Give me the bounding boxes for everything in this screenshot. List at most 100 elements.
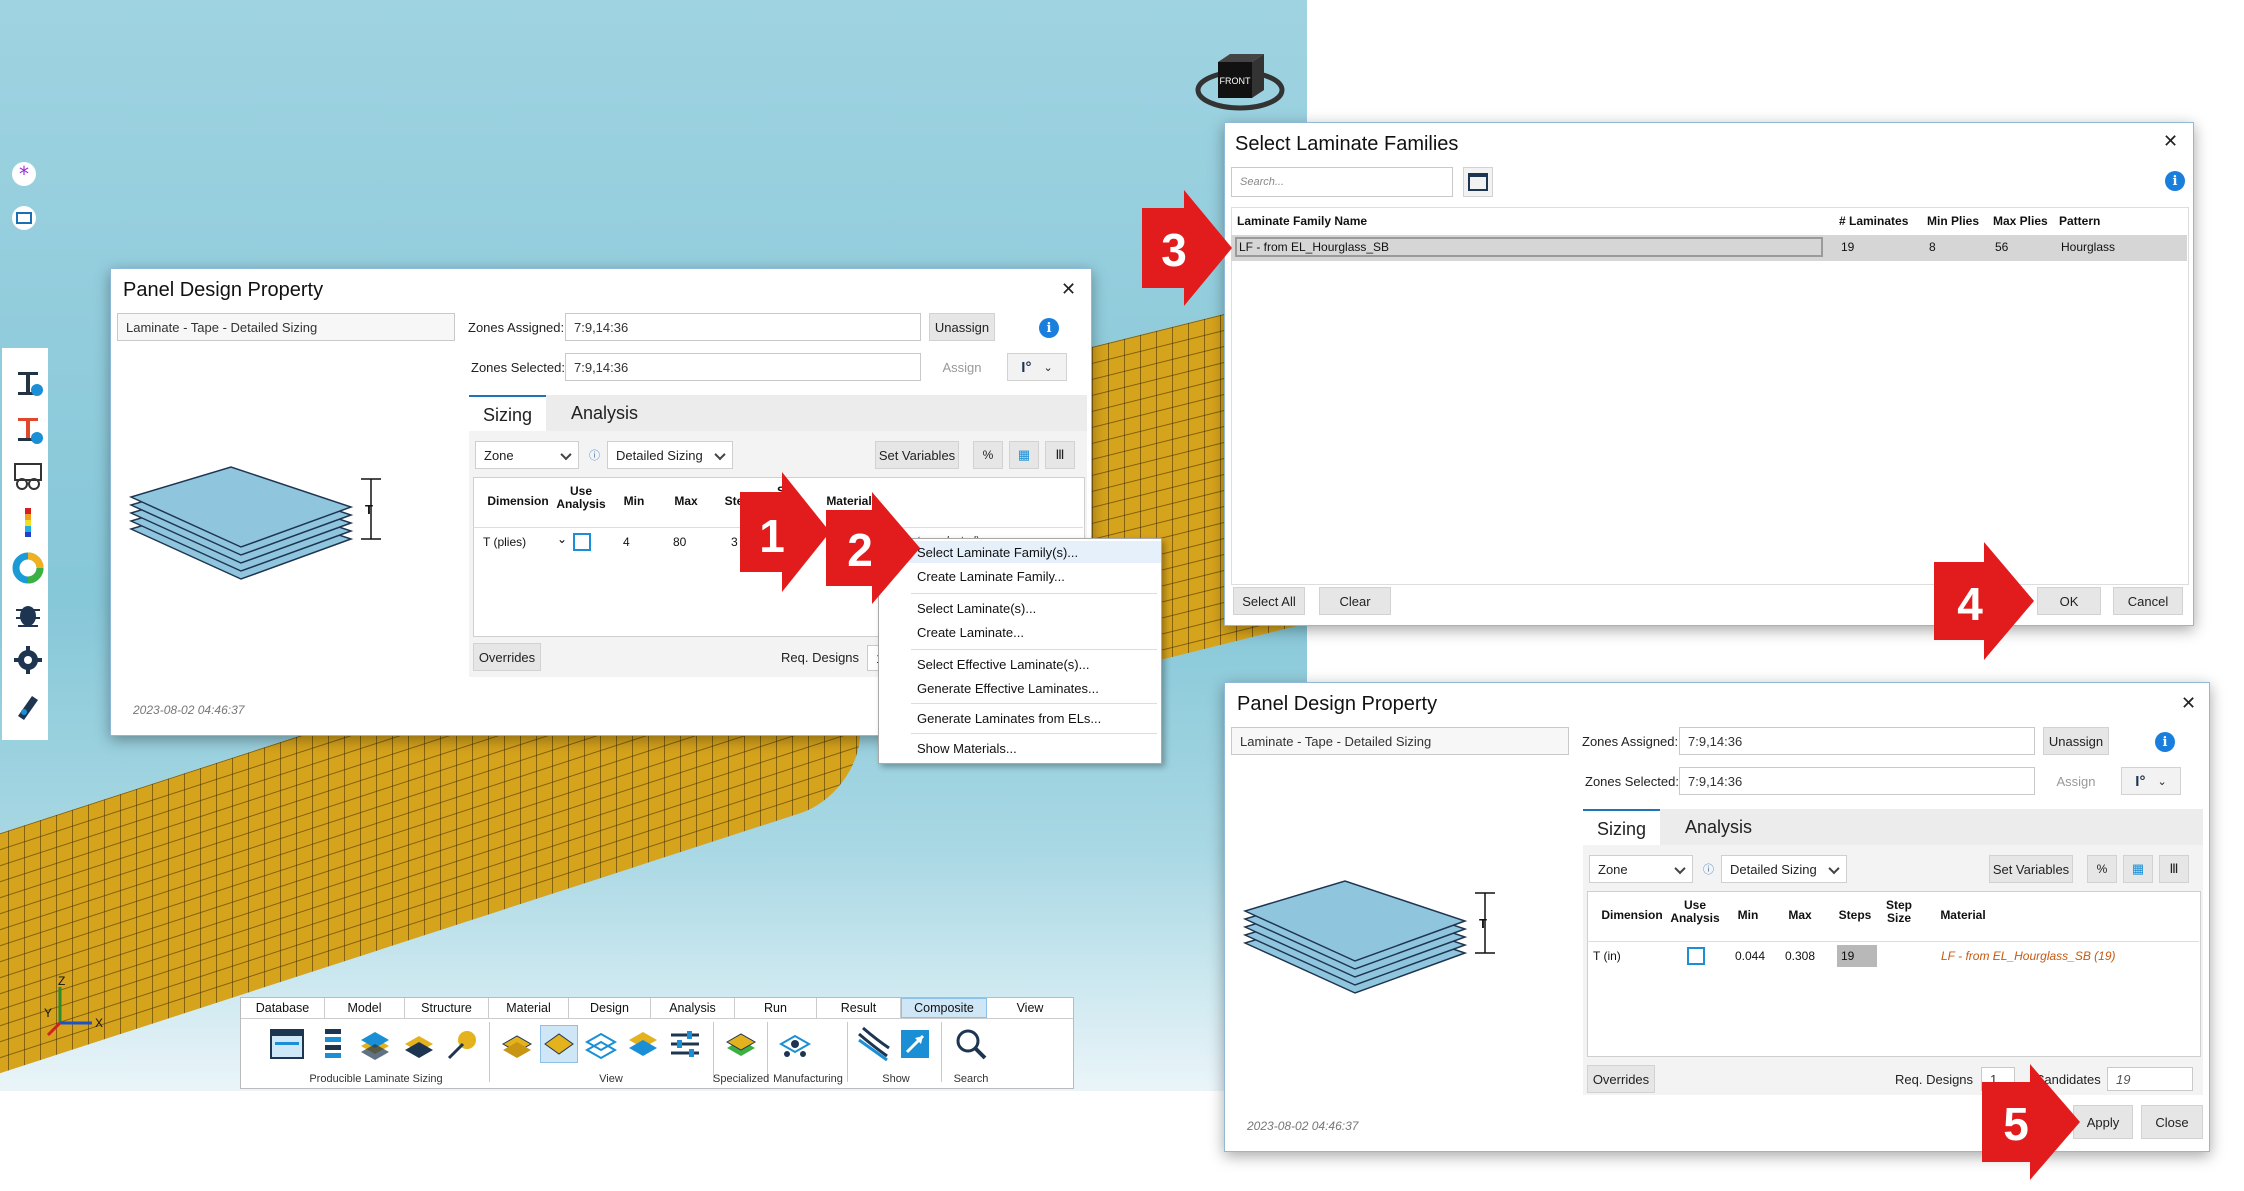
row-family-name[interactable]: LF - from EL_Hourglass_SB — [1239, 240, 1389, 254]
ribbon-tab-structure[interactable]: Structure — [405, 998, 489, 1018]
assign-button[interactable]: Assign — [2043, 767, 2109, 795]
tab-sizing[interactable]: Sizing — [1583, 809, 1661, 845]
cancel-button[interactable]: Cancel — [2113, 587, 2183, 615]
ribbon-tab-material[interactable]: Material — [489, 998, 569, 1018]
sizing-method-select[interactable]: Detailed Sizing — [1721, 855, 1847, 883]
zone-info-icon[interactable]: ⓘ — [1703, 861, 1714, 877]
pen-icon[interactable] — [12, 690, 44, 722]
zone-select[interactable]: Zone — [1589, 855, 1693, 883]
candidates-field[interactable]: 19 — [2107, 1067, 2193, 1091]
property-name-field[interactable]: Laminate - Tape - Detailed Sizing — [117, 313, 455, 341]
ring-chart-icon[interactable] — [12, 552, 44, 584]
property-info-icon[interactable] — [12, 368, 44, 400]
sizing-method-select[interactable]: Detailed Sizing — [607, 441, 733, 469]
rectangle-icon[interactable] — [10, 204, 38, 232]
menu-show-materials[interactable]: Show Materials... — [917, 741, 1017, 756]
percent-tool-icon[interactable]: % — [2087, 855, 2117, 883]
tab-sizing[interactable]: Sizing — [469, 395, 547, 431]
use-analysis-checkbox[interactable] — [1687, 947, 1705, 965]
assign-options-dropdown[interactable]: I° ⌄ — [2121, 767, 2181, 795]
view-cube[interactable]: FRONT — [1190, 48, 1290, 118]
ok-button[interactable]: OK — [2037, 587, 2101, 615]
row-min[interactable]: 4 — [623, 535, 630, 549]
view-layers-icon[interactable] — [499, 1026, 535, 1062]
zone-info-icon[interactable]: ⓘ — [589, 447, 600, 463]
close-icon[interactable]: ✕ — [1061, 279, 1076, 300]
row-dimension[interactable]: T (plies) — [483, 535, 526, 549]
row-steps[interactable]: 19 — [1841, 949, 1854, 963]
row-steps[interactable]: 3 — [731, 535, 738, 549]
row-dimension[interactable]: T (in) — [1593, 949, 1621, 963]
sizing-table-icon[interactable] — [269, 1026, 305, 1062]
columns-tool-icon[interactable]: Ⅲ — [1045, 441, 1075, 469]
ribbon-tab-result[interactable]: Result — [817, 998, 901, 1018]
close-icon[interactable]: ✕ — [2181, 693, 2196, 714]
columns-tool-icon[interactable]: Ⅲ — [2159, 855, 2189, 883]
unassign-button[interactable]: Unassign — [929, 313, 995, 341]
assign-options-dropdown[interactable]: I° ⌄ — [1007, 353, 1067, 381]
zones-selected-field[interactable]: 7:9,14:36 — [1679, 767, 2035, 795]
ply-layers-icon[interactable] — [357, 1026, 393, 1062]
laminate-stack-icon[interactable] — [315, 1026, 351, 1062]
property-check-icon[interactable] — [12, 414, 44, 446]
zones-assigned-field[interactable]: 7:9,14:36 — [565, 313, 921, 341]
matrix-tool-icon[interactable]: ▦ — [2123, 855, 2153, 883]
unassign-button[interactable]: Unassign — [2043, 727, 2109, 755]
zones-assigned-field[interactable]: 7:9,14:36 — [1679, 727, 2035, 755]
use-analysis-checkbox[interactable] — [573, 533, 591, 551]
info-icon[interactable]: i — [1039, 318, 1059, 338]
close-icon[interactable]: ✕ — [2163, 131, 2178, 152]
sliders-icon[interactable] — [667, 1026, 703, 1062]
ribbon-tab-view[interactable]: View — [987, 998, 1073, 1018]
row-material[interactable]: LF - from EL_Hourglass_SB (19) — [1941, 949, 2116, 963]
menu-select-laminate-family[interactable]: Select Laminate Family(s)... — [917, 545, 1078, 560]
assign-button[interactable]: Assign — [929, 353, 995, 381]
set-variables-button[interactable]: Set Variables — [1989, 855, 2073, 883]
zone-select[interactable]: Zone — [475, 441, 579, 469]
show-fibers-icon[interactable] — [855, 1026, 891, 1062]
grid-view-icon[interactable] — [1463, 167, 1493, 197]
menu-create-laminate[interactable]: Create Laminate... — [917, 625, 1024, 640]
manufacturing-icon[interactable] — [777, 1026, 813, 1062]
menu-select-effective-laminate[interactable]: Select Effective Laminate(s)... — [917, 657, 1089, 672]
overrides-button[interactable]: Overrides — [473, 643, 541, 671]
ribbon-tab-analysis[interactable]: Analysis — [651, 998, 735, 1018]
menu-create-laminate-family[interactable]: Create Laminate Family... — [917, 569, 1065, 584]
clear-button[interactable]: Clear — [1319, 587, 1391, 615]
close-button[interactable]: Close — [2141, 1105, 2203, 1139]
menu-select-laminate[interactable]: Select Laminate(s)... — [917, 601, 1036, 616]
tab-analysis[interactable]: Analysis — [1671, 809, 1766, 845]
row-max[interactable]: 0.308 — [1785, 949, 1815, 963]
apply-button[interactable]: Apply — [2073, 1105, 2133, 1139]
chevron-down-icon[interactable]: ⌄ — [557, 532, 567, 546]
menu-generate-laminates-from-els[interactable]: Generate Laminates from ELs... — [917, 711, 1101, 726]
percent-tool-icon[interactable]: % — [973, 441, 1003, 469]
ply-drop-icon[interactable] — [401, 1026, 437, 1062]
select-all-button[interactable]: Select All — [1233, 587, 1305, 615]
search-icon[interactable] — [953, 1026, 989, 1062]
specialized-icon[interactable] — [723, 1026, 759, 1062]
color-legend-icon[interactable] — [12, 506, 44, 538]
ribbon-tab-run[interactable]: Run — [735, 998, 817, 1018]
row-min[interactable]: 0.044 — [1735, 949, 1765, 963]
set-variables-button[interactable]: Set Variables — [875, 441, 959, 469]
property-name-field[interactable]: Laminate - Tape - Detailed Sizing — [1231, 727, 1569, 755]
search-input[interactable]: Search... — [1231, 167, 1453, 197]
sequence-arrow-icon[interactable] — [443, 1026, 479, 1062]
info-icon[interactable]: i — [2155, 732, 2175, 752]
overrides-button[interactable]: Overrides — [1587, 1065, 1655, 1093]
settings-eye-icon[interactable] — [12, 644, 44, 676]
view-ply-icon[interactable] — [540, 1025, 578, 1063]
asterisk-icon[interactable]: * — [10, 160, 38, 188]
zones-selected-field[interactable]: 7:9,14:36 — [565, 353, 921, 381]
matrix-tool-icon[interactable]: ▦ — [1009, 441, 1039, 469]
info-icon[interactable]: i — [2165, 171, 2185, 191]
bug-icon[interactable] — [12, 598, 44, 630]
ribbon-tab-design[interactable]: Design — [569, 998, 651, 1018]
ribbon-tab-model[interactable]: Model — [325, 998, 405, 1018]
menu-generate-effective-laminates[interactable]: Generate Effective Laminates... — [917, 681, 1099, 696]
view-stack-icon[interactable] — [625, 1026, 661, 1062]
ribbon-tab-database[interactable]: Database — [241, 998, 325, 1018]
glasses-icon[interactable] — [12, 460, 44, 492]
show-direction-icon[interactable] — [897, 1026, 933, 1062]
